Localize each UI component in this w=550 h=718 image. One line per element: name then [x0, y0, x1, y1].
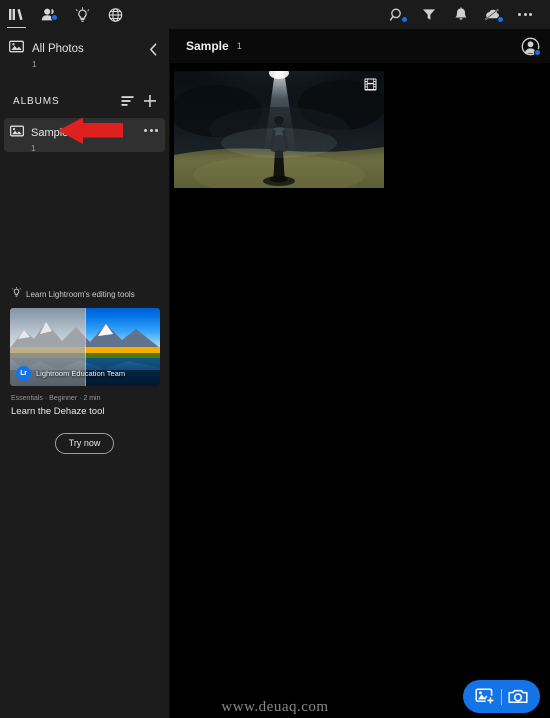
learn-card-header: Learn Lightroom's editing tools [10, 285, 159, 303]
photo-thumbnail [174, 71, 384, 188]
photo-tile[interactable] [174, 71, 384, 188]
sync-badge-dot [497, 16, 504, 23]
learn-card-author: Lightroom Education Team [36, 369, 126, 378]
albums-section-title: ALBUMS [13, 95, 60, 107]
all-photos-text-group: All Photos 1 [32, 39, 145, 71]
top-nav-left-group [0, 0, 132, 29]
shared-badge-dot [51, 14, 58, 21]
app-body: All Photos 1 ALBUMS Sample 1 Learn Light… [0, 29, 550, 718]
photo-icon [9, 40, 24, 58]
album-icon [9, 124, 25, 142]
page-title: Sample [186, 39, 229, 53]
all-photos-label: All Photos [32, 43, 84, 55]
learn-card-meta: Essentials · Beginner · 2 min [11, 395, 101, 402]
more-options-icon[interactable] [509, 0, 541, 29]
chevron-left-icon[interactable] [145, 40, 161, 58]
filter-icon[interactable] [413, 0, 445, 29]
sort-icon[interactable] [117, 90, 139, 112]
learn-card-thumbnail[interactable]: Lr Lightroom Education Team [10, 308, 160, 386]
camera-icon[interactable] [502, 680, 534, 713]
main-content: Sample 1 [170, 29, 550, 718]
library-icon[interactable] [0, 0, 33, 29]
avatar-badge-dot [534, 49, 541, 56]
album-text-group: Sample 1 [31, 123, 143, 154]
album-more-options-icon[interactable] [143, 123, 159, 137]
sidebar: All Photos 1 ALBUMS Sample 1 Learn Light… [0, 29, 170, 718]
add-photos-icon[interactable] [469, 680, 501, 713]
top-navigation-bar [0, 0, 550, 29]
sync-off-icon[interactable] [477, 0, 509, 29]
try-now-button[interactable]: Try now [54, 433, 115, 454]
globe-icon[interactable] [99, 0, 132, 29]
bell-icon[interactable] [445, 0, 477, 29]
floating-action-bar [463, 680, 540, 713]
shared-people-icon[interactable] [33, 0, 66, 29]
more-options-dots [518, 13, 532, 16]
page-photo-count: 1 [236, 41, 242, 51]
albums-section-header: ALBUMS [0, 87, 169, 115]
main-header: Sample 1 [170, 29, 550, 63]
search-badge-dot [401, 16, 408, 23]
learn-card-byline: Lr Lightroom Education Team [16, 366, 125, 381]
lightroom-app-window: All Photos 1 ALBUMS Sample 1 Learn Light… [0, 0, 550, 718]
album-label: Sample [31, 127, 69, 139]
user-avatar-icon[interactable] [519, 35, 541, 57]
learn-card: Learn Lightroom's editing tools Lr Light… [0, 285, 169, 454]
lightbulb-icon[interactable] [66, 0, 99, 29]
lightroom-avatar-icon: Lr [16, 366, 31, 381]
learn-card-title: Learn the Dehaze tool [11, 406, 105, 417]
sidebar-item-all-photos[interactable]: All Photos 1 [0, 29, 169, 71]
photo-grid [170, 63, 550, 188]
all-photos-count: 1 [32, 59, 37, 69]
top-nav-right-group [381, 0, 550, 29]
lightbulb-icon [11, 285, 22, 303]
learn-card-header-label: Learn Lightroom's editing tools [26, 289, 135, 299]
search-icon[interactable] [381, 0, 413, 29]
album-more-options-dots [144, 128, 158, 132]
plus-icon[interactable] [139, 90, 161, 112]
learn-card-cta-wrap: Try now [10, 433, 159, 454]
film-strip-icon [364, 78, 377, 91]
album-count: 1 [31, 143, 36, 153]
sidebar-item-album-sample[interactable]: Sample 1 [4, 118, 165, 154]
